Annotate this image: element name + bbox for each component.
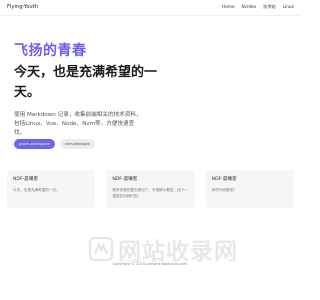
main-nav: Home Nvideo 技术贴 Linux: [222, 4, 294, 10]
nvm-windows-button[interactable]: nvm-windows: [59, 139, 95, 149]
card-title: NDF-晨曦客: [112, 177, 138, 182]
nav-item-nvideo[interactable]: Nvideo: [242, 4, 257, 10]
hero-title: 飞扬的青春: [14, 43, 87, 59]
hero-actions: pnpm-workspace nvm-windows: [14, 139, 95, 149]
nav-item-home[interactable]: Home: [222, 4, 234, 10]
card-title: NDF-晨曦客: [13, 177, 39, 182]
feature-cards: NDF-晨曦客 今天，也是充满希望的一天。 NDF-晨曦客 看来你是在要去那边了…: [7, 170, 294, 208]
footer-copyright: Copyright © 2019-present www.wzsl.com: [112, 262, 188, 266]
card-text: 你的代码是啥?: [211, 188, 236, 192]
watermark: 网站收录网: [88, 232, 238, 266]
nav-item-linux[interactable]: Linux: [283, 4, 294, 10]
feature-card[interactable]: NDF-晨曦客 今天，也是充满希望的一天。: [7, 170, 96, 208]
feature-card[interactable]: NDF-晨曦客 看来你是在要去那边了，不用那么着急，找个一直指在向我们的！: [106, 170, 195, 208]
top-navbar: Flying-Youth Home Nvideo 技术贴 Linux: [0, 0, 300, 16]
pnpm-workspace-button[interactable]: pnpm-workspace: [14, 139, 55, 149]
card-text: 今天，也是充满希望的一天。: [13, 188, 60, 192]
card-title: NDF-晨曦客: [211, 177, 237, 182]
watermark-logo-icon: [88, 236, 114, 262]
card-text: 看来你是在要去那边了，不用那么着急，找个一直指在向我们的！: [112, 188, 188, 198]
nav-item-tech-posts[interactable]: 技术贴: [263, 4, 276, 10]
site-brand[interactable]: Flying-Youth: [7, 4, 38, 10]
hero-subtitle: 今天，也是充满希望的一天。: [14, 65, 158, 100]
hero-description: 使用 Markdown 记录，收集前端相关的技术资料，包括Linux、Vue、N…: [14, 112, 142, 136]
feature-card[interactable]: NDF-晨曦客 你的代码是啥?: [205, 170, 294, 208]
